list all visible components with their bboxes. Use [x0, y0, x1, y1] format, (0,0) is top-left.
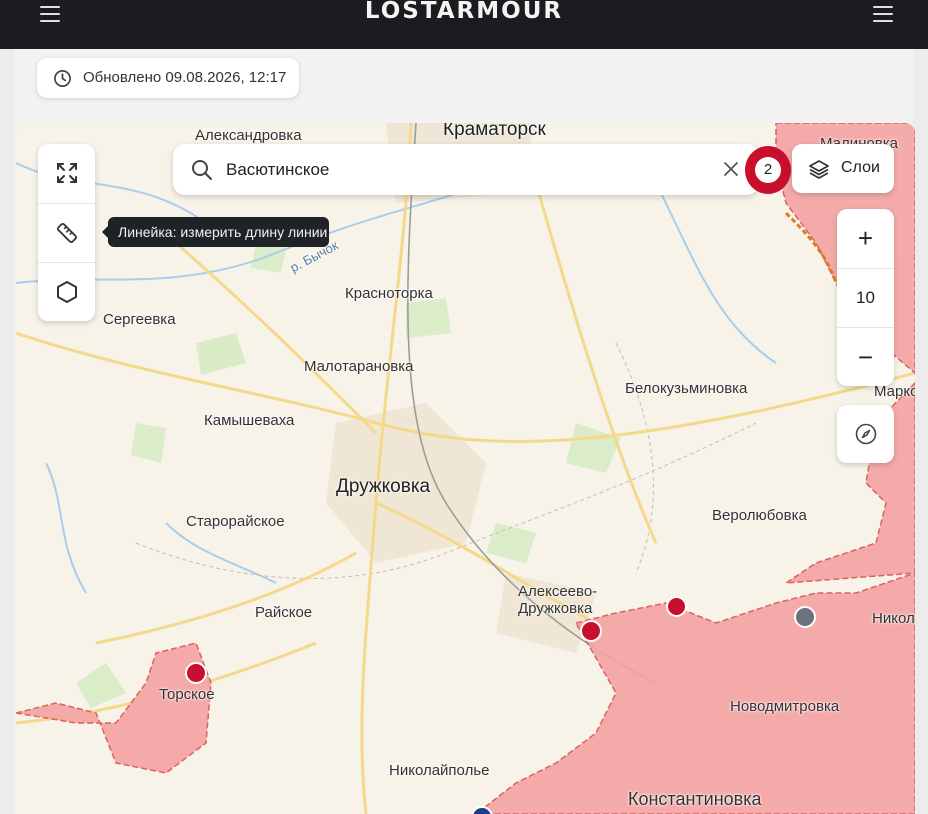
ruler-button[interactable]	[38, 204, 95, 262]
layers-icon	[809, 160, 829, 179]
place-kramatorsk: Краматорск	[443, 123, 546, 140]
ruler-icon	[56, 223, 77, 243]
polygon-button[interactable]	[38, 263, 95, 321]
place-novodmitrovka: Новодмитровка	[730, 698, 840, 715]
ruler-tooltip: Линейка: измерить длину линии	[102, 217, 329, 247]
place-torskoe: Торское	[159, 686, 215, 703]
place-malotaranovka: Малотарановка	[304, 358, 414, 375]
close-icon[interactable]	[723, 161, 739, 177]
place-rayskoe: Райское	[255, 604, 313, 621]
updated-text: Обновлено 09.08.2026, 12:17	[83, 69, 287, 86]
map-tools	[38, 144, 95, 321]
event-marker[interactable]	[185, 662, 207, 684]
updated-badge: Обновлено 09.08.2026, 12:17	[37, 58, 299, 98]
clock-icon	[54, 70, 71, 87]
event-marker[interactable]	[666, 596, 687, 617]
zoom-out-button[interactable]: −	[837, 328, 894, 386]
place-konstantinovka: Константиновка	[628, 789, 762, 809]
search-box[interactable]: Васютинское	[173, 144, 759, 195]
search-input[interactable]: Васютинское	[226, 160, 329, 180]
place-nikol: Никол	[872, 610, 915, 627]
place-aleksandrovka: Александровка	[195, 127, 302, 144]
compass-icon	[855, 423, 876, 445]
zoom-in-button[interactable]: +	[837, 209, 894, 267]
event-marker[interactable]	[580, 620, 602, 642]
place-krasnotorka: Красноторка	[345, 285, 433, 302]
layers-label: Слои	[841, 159, 880, 176]
cluster-marker[interactable]: 2	[745, 146, 791, 194]
zoom-control: + 10 −	[837, 209, 894, 386]
place-verolyubovka: Веролюбовка	[712, 507, 807, 524]
cluster-count: 2	[755, 157, 781, 183]
site-logo[interactable]: LOSTARMOUR	[0, 0, 928, 24]
right-edge	[913, 49, 928, 814]
place-starorayskoe: Старорайское	[186, 513, 285, 530]
event-marker-gray[interactable]	[794, 606, 816, 628]
right-menu-icon[interactable]	[871, 2, 897, 24]
compass-button[interactable]	[837, 405, 894, 463]
fullscreen-button[interactable]	[38, 144, 95, 202]
search-icon	[192, 160, 212, 180]
place-alekseevo-line2: Дружковка	[518, 600, 593, 617]
place-kamyshevakha: Камышеваха	[204, 412, 295, 429]
zoom-level: 10	[856, 288, 875, 307]
place-nikolaypole: Николайполье	[389, 762, 490, 779]
left-edge	[0, 49, 15, 814]
layers-button[interactable]: Слои	[792, 144, 894, 193]
place-druzhkovka: Дружковка	[336, 476, 431, 497]
hexagon-icon	[56, 281, 77, 303]
place-belokuzminovka: Белокузьминовка	[625, 380, 748, 397]
place-sergeevka: Сергеевка	[103, 311, 176, 328]
top-bar: LOSTARMOUR	[0, 0, 928, 49]
tooltip-text: Линейка: измерить длину линии	[118, 224, 328, 240]
fullscreen-icon	[56, 163, 77, 183]
place-alekseevo-line1: Алексеево-	[518, 583, 598, 600]
